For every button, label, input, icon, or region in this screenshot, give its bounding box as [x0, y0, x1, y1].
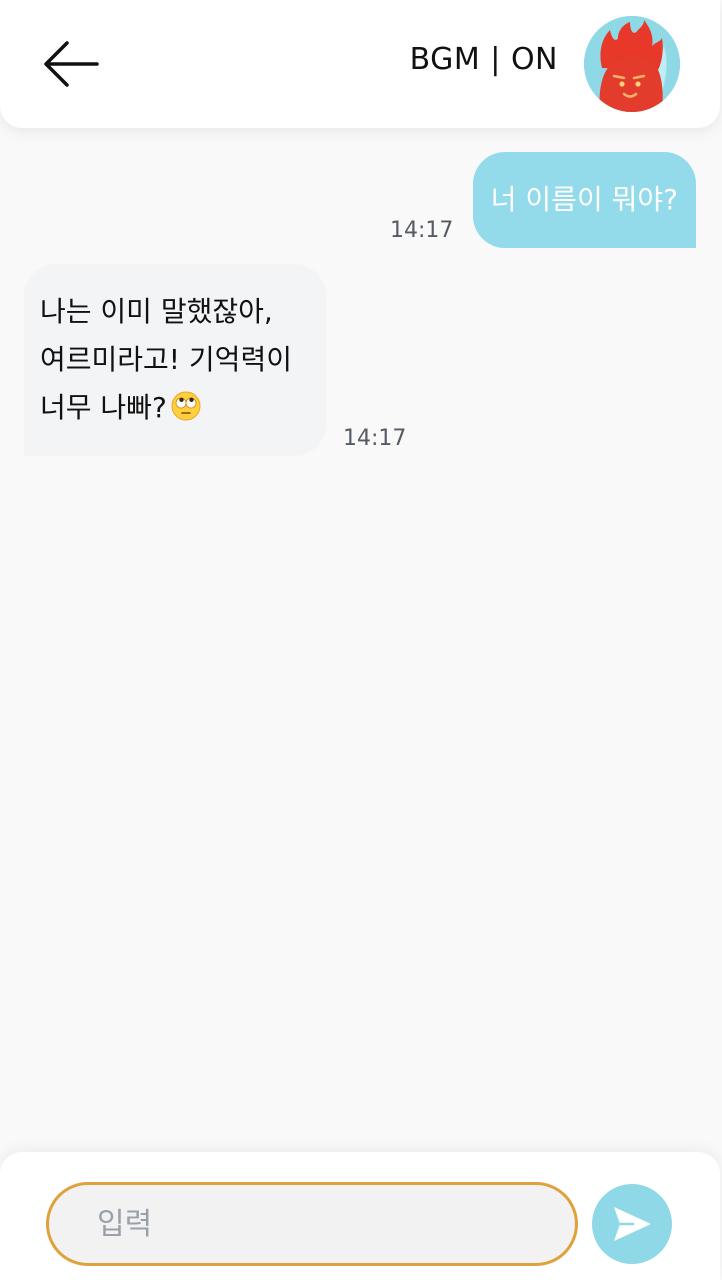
bot-message-line: 여르미라고! 기억력이 [40, 343, 292, 376]
user-message-bubble: 너 이름이 뭐야? [472, 152, 696, 248]
arrow-left-icon [44, 41, 99, 87]
bot-message-line-text: 너무 나빠? [40, 391, 167, 424]
chat-screen: BGM | ON 너 이름이 뭐야? 14:17 나는 이미 말했잖아, 여르미… [0, 0, 722, 1280]
top-bar: BGM | ON [0, 0, 720, 128]
bot-message-time: 14:17 [343, 426, 407, 451]
bot-message-bubble: 나는 이미 말했잖아, 여르미라고! 기억력이 너무 나빠? [24, 264, 326, 456]
send-button[interactable] [592, 1184, 672, 1264]
user-message-time: 14:17 [390, 218, 454, 243]
bot-message-line: 너무 나빠? [40, 384, 310, 436]
character-avatar[interactable] [584, 16, 680, 112]
character-avatar-icon [584, 16, 680, 112]
message-input[interactable] [46, 1182, 578, 1266]
bot-message-line: 나는 이미 말했잖아, [40, 295, 273, 328]
bgm-toggle[interactable]: BGM | ON [410, 42, 558, 77]
input-bar [0, 1152, 720, 1280]
face-with-rolling-eyes-icon [171, 388, 201, 436]
back-button[interactable] [40, 36, 104, 92]
paper-plane-icon [614, 1207, 651, 1241]
